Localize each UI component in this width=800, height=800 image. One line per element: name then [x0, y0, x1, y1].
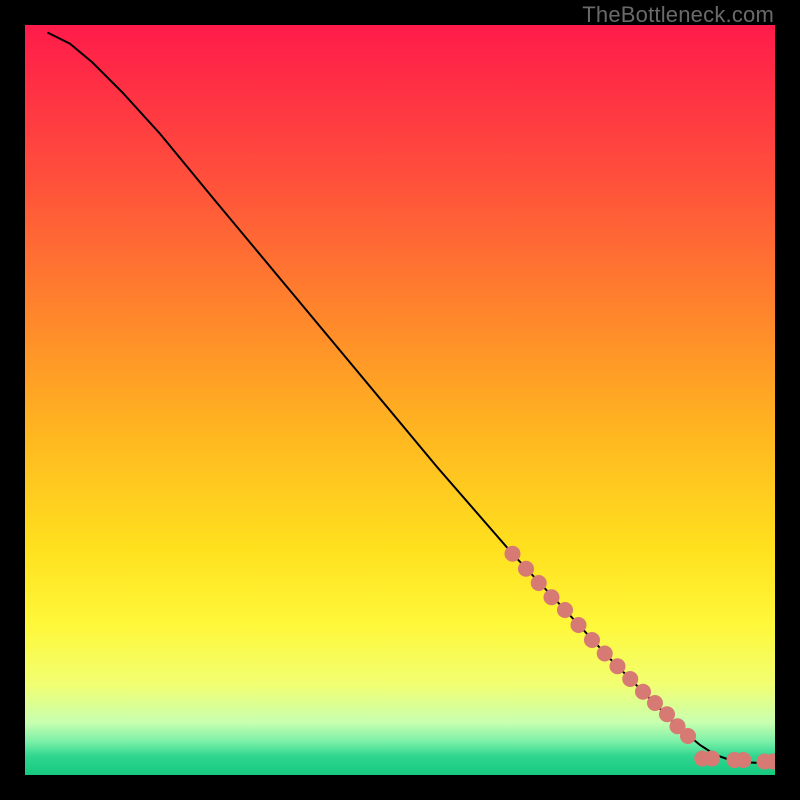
- curve-marker: [504, 546, 520, 562]
- curve-marker: [531, 575, 547, 591]
- curve-marker: [704, 750, 720, 766]
- chart-plot: [25, 25, 775, 775]
- curve-marker: [584, 632, 600, 648]
- curve-marker: [659, 706, 675, 722]
- chart-frame: TheBottleneck.com: [0, 0, 800, 800]
- curve-marker: [543, 589, 559, 605]
- curve-marker: [635, 684, 651, 700]
- curve-marker: [622, 671, 638, 687]
- curve-marker: [518, 561, 534, 577]
- chart-background: [25, 25, 775, 775]
- curve-marker: [597, 645, 613, 661]
- curve-marker: [557, 602, 573, 618]
- curve-marker: [609, 658, 625, 674]
- curve-marker: [647, 695, 663, 711]
- curve-marker: [735, 752, 751, 768]
- curve-marker: [680, 728, 696, 744]
- curve-marker: [570, 617, 586, 633]
